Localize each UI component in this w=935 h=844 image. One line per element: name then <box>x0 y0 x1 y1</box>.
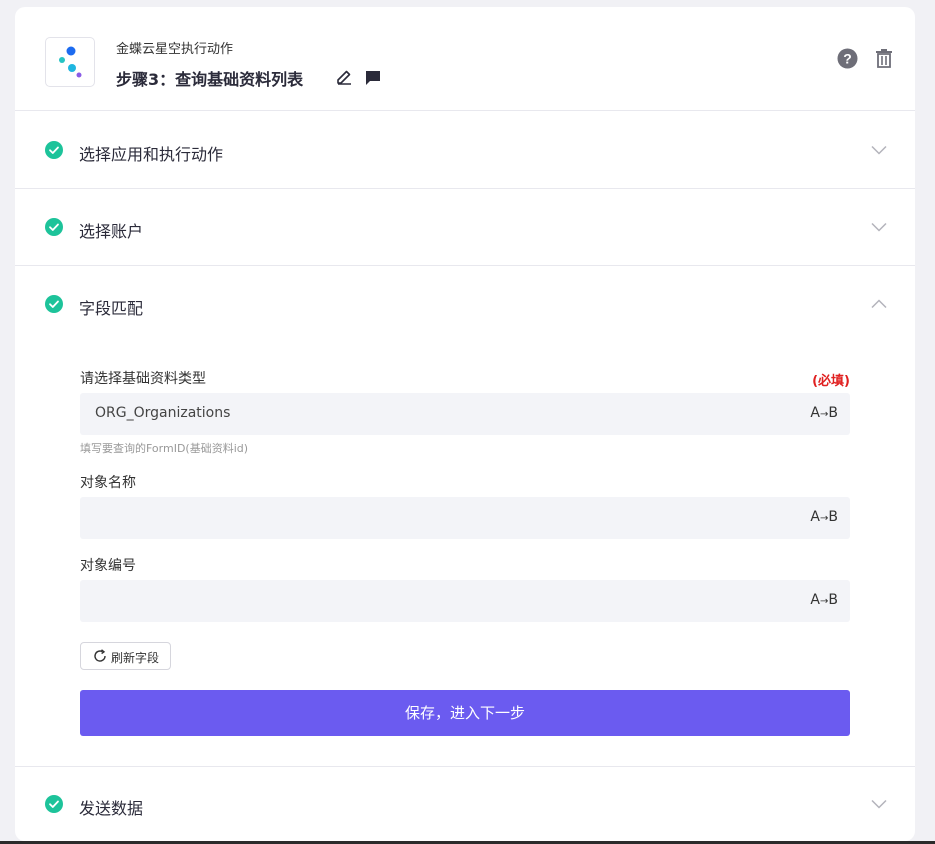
chevron-down-icon[interactable] <box>871 145 887 155</box>
field-label-object-name: 对象名称 <box>80 475 136 491</box>
section-field-mapping[interactable]: 字段匹配 <box>15 266 915 343</box>
step-card: 金蝶云星空执行动作 步骤3：查询基础资料列表 ? 选择应用和执行动作 选择账户 … <box>15 7 915 841</box>
chevron-down-icon[interactable] <box>871 222 887 232</box>
check-circle-icon <box>45 218 63 236</box>
required-badge: (必填) <box>812 374 850 389</box>
edit-icon[interactable] <box>336 69 352 85</box>
section-select-account[interactable]: 选择账户 <box>15 189 915 266</box>
step-header: 金蝶云星空执行动作 步骤3：查询基础资料列表 ? <box>15 7 915 111</box>
section-label: 选择应用和执行动作 <box>79 145 224 164</box>
chevron-down-icon[interactable] <box>871 799 887 809</box>
app-logo <box>45 37 95 87</box>
object-name-input[interactable]: A→B <box>80 497 850 539</box>
field-label-object-number: 对象编号 <box>80 558 136 574</box>
save-next-button[interactable]: 保存，进入下一步 <box>80 690 850 736</box>
check-circle-icon <box>45 141 63 159</box>
ab-mapping-toggle[interactable]: A→B <box>810 405 838 421</box>
help-icon[interactable]: ? <box>837 48 858 69</box>
object-number-input[interactable]: A→B <box>80 580 850 622</box>
svg-text:?: ? <box>843 51 852 67</box>
ab-mapping-toggle[interactable]: A→B <box>810 592 838 608</box>
step-title: 步骤3：查询基础资料列表 <box>116 70 304 89</box>
section-select-app[interactable]: 选择应用和执行动作 <box>15 112 915 189</box>
section-label: 发送数据 <box>79 799 144 818</box>
section-label: 字段匹配 <box>79 299 144 318</box>
section-send-data[interactable]: 发送数据 <box>15 767 915 841</box>
ab-mapping-toggle[interactable]: A→B <box>810 509 838 525</box>
check-circle-icon <box>45 295 63 313</box>
field-value: ORG_Organizations <box>95 405 231 421</box>
trash-icon[interactable] <box>876 49 892 68</box>
section-label: 选择账户 <box>79 222 144 241</box>
chevron-up-icon[interactable] <box>871 299 887 309</box>
field-hint: 填写要查询的FormID(基础资料id) <box>80 442 249 455</box>
comment-icon[interactable] <box>365 70 381 86</box>
app-name: 金蝶云星空执行动作 <box>116 42 234 57</box>
basedata-type-input[interactable]: ORG_Organizations A→B <box>80 393 850 435</box>
refresh-fields-button[interactable]: 刷新字段 <box>80 642 171 670</box>
refresh-label: 刷新字段 <box>111 651 160 665</box>
check-circle-icon <box>45 795 63 813</box>
field-label-basedata-type: 请选择基础资料类型 <box>80 371 206 387</box>
refresh-icon <box>94 649 106 662</box>
